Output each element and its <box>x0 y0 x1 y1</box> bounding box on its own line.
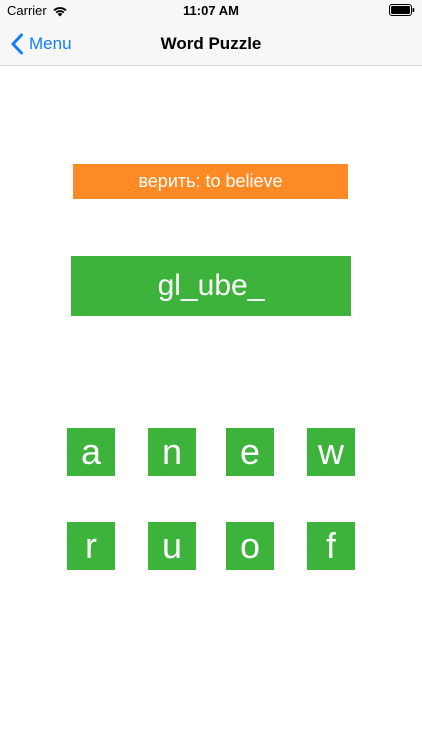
navigation-bar: Menu Word Puzzle <box>0 22 422 66</box>
page-title: Word Puzzle <box>160 34 262 53</box>
status-bar: Carrier 11:07 AM <box>0 0 422 22</box>
letter-tile[interactable]: e <box>226 428 274 476</box>
battery-icon <box>389 4 415 16</box>
letter-tile[interactable]: u <box>148 522 196 570</box>
letter-tile[interactable]: o <box>226 522 274 570</box>
word-display: gl_ube_ <box>71 256 351 316</box>
letter-tile[interactable]: n <box>148 428 196 476</box>
letter-tile[interactable]: w <box>307 428 355 476</box>
screen: Carrier 11:07 AM Menu Word Puzzle верить… <box>0 0 422 750</box>
hint-banner: верить: to believe <box>73 164 348 199</box>
letter-tile[interactable]: a <box>67 428 115 476</box>
status-time: 11:07 AM <box>183 3 239 18</box>
letter-tile[interactable]: f <box>307 522 355 570</box>
letter-tile[interactable]: r <box>67 522 115 570</box>
